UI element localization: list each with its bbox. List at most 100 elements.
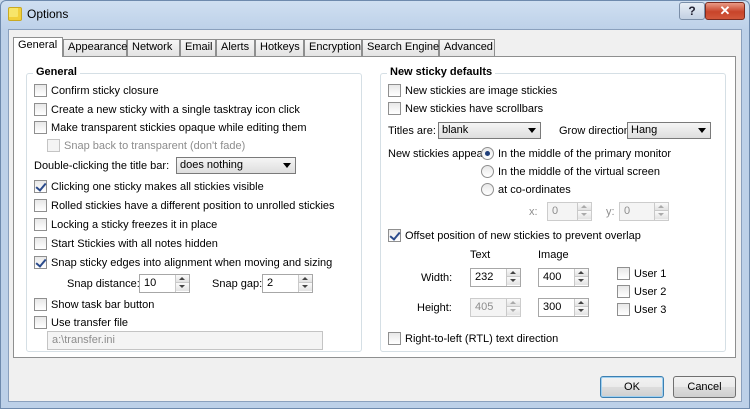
tab-encryption[interactable]: Encryption	[304, 39, 362, 56]
grow-direction-select[interactable]: Hang	[627, 122, 711, 139]
general-group-title: General	[33, 66, 80, 78]
spin-down-icon[interactable]	[578, 211, 591, 219]
show-taskbar-checkbox[interactable]	[34, 298, 47, 311]
scrollbars-checkbox[interactable]	[388, 102, 401, 115]
ok-button[interactable]: OK	[600, 376, 664, 398]
rtl-option[interactable]: Right-to-left (RTL) text direction	[388, 332, 558, 347]
offset-position-checkbox[interactable]	[388, 229, 401, 242]
spin-up-icon[interactable]	[655, 203, 668, 211]
options-window: Options ? ✕ General Appearance Network E…	[0, 0, 750, 409]
spin-down-icon[interactable]	[507, 307, 520, 315]
locking-freezes-checkbox[interactable]	[34, 218, 47, 231]
single-click-option[interactable]: Create a new sticky with a single tasktr…	[34, 103, 300, 118]
new-sticky-defaults-group: New sticky defaults New stickies are ima…	[380, 66, 726, 352]
clicking-one-visible-option[interactable]: Clicking one sticky makes all stickies v…	[34, 180, 264, 195]
rtl-checkbox[interactable]	[388, 332, 401, 345]
show-taskbar-option[interactable]: Show task bar button	[34, 298, 154, 313]
tab-email[interactable]: Email	[180, 39, 216, 56]
user2-option[interactable]: User 2	[617, 285, 666, 300]
spin-up-icon[interactable]	[507, 269, 520, 277]
rolled-position-checkbox[interactable]	[34, 199, 47, 212]
user2-checkbox[interactable]	[617, 285, 630, 298]
spin-up-icon[interactable]	[575, 269, 588, 277]
width-text-spinner[interactable]: 232	[470, 268, 521, 287]
double-click-select[interactable]: does nothing	[176, 157, 296, 174]
appear-primary-option[interactable]: In the middle of the primary monitor	[481, 147, 671, 162]
spin-down-icon[interactable]	[176, 283, 189, 291]
appear-primary-radio[interactable]	[481, 147, 494, 160]
titles-select[interactable]: blank	[438, 122, 541, 139]
x-coordinate-spinner[interactable]: 0	[547, 202, 592, 221]
height-text-spinner[interactable]: 405	[470, 298, 521, 317]
start-hidden-checkbox[interactable]	[34, 237, 47, 250]
image-stickies-checkbox[interactable]	[388, 84, 401, 97]
snap-back-option[interactable]: Snap back to transparent (don't fade)	[47, 139, 245, 154]
spin-down-icon[interactable]	[575, 277, 588, 285]
appear-coords-option[interactable]: at co-ordinates	[481, 183, 571, 198]
snap-edges-option[interactable]: Snap sticky edges into alignment when mo…	[34, 256, 332, 271]
transfer-file-input[interactable]: a:\transfer.ini	[47, 331, 323, 350]
appear-virtual-option[interactable]: In the middle of the virtual screen	[481, 165, 660, 180]
appear-label: New stickies appear:	[388, 148, 490, 160]
chevron-down-icon	[283, 163, 291, 168]
snap-distance-spinner[interactable]: 10	[139, 274, 190, 293]
image-stickies-option[interactable]: New stickies are image stickies	[388, 84, 557, 99]
use-transfer-file-checkbox[interactable]	[34, 316, 47, 329]
spin-down-icon[interactable]	[299, 283, 312, 291]
user1-option[interactable]: User 1	[617, 267, 666, 282]
y-coordinate-spinner[interactable]: 0	[619, 202, 669, 221]
tab-general[interactable]: General	[13, 37, 63, 57]
offset-position-option[interactable]: Offset position of new stickies to preve…	[388, 229, 641, 244]
single-click-checkbox[interactable]	[34, 103, 47, 116]
appear-coords-radio[interactable]	[481, 183, 494, 196]
appear-virtual-radio[interactable]	[481, 165, 494, 178]
spin-up-icon[interactable]	[299, 275, 312, 283]
make-opaque-checkbox[interactable]	[34, 121, 47, 134]
general-tab-panel: General Confirm sticky closure Create a …	[13, 56, 736, 358]
make-opaque-option[interactable]: Make transparent stickies opaque while e…	[34, 121, 307, 136]
close-button[interactable]: ✕	[705, 2, 745, 20]
user3-option[interactable]: User 3	[617, 303, 666, 318]
locking-freezes-option[interactable]: Locking a sticky freezes it in place	[34, 218, 217, 233]
snap-distance-label: Snap distance:	[67, 278, 140, 290]
user3-checkbox[interactable]	[617, 303, 630, 316]
chevron-down-icon	[528, 128, 536, 133]
title-bar[interactable]: Options ? ✕	[1, 1, 749, 27]
sticky-note-icon	[8, 7, 22, 21]
spin-up-icon[interactable]	[507, 299, 520, 307]
spin-up-icon[interactable]	[176, 275, 189, 283]
y-label: y:	[606, 206, 615, 218]
start-hidden-option[interactable]: Start Stickies with all notes hidden	[34, 237, 218, 252]
use-transfer-file-option[interactable]: Use transfer file	[34, 316, 128, 331]
height-image-spinner[interactable]: 300	[538, 298, 589, 317]
rolled-position-option[interactable]: Rolled stickies have a different positio…	[34, 199, 335, 214]
cancel-button[interactable]: Cancel	[673, 376, 736, 398]
tab-advanced[interactable]: Advanced	[439, 39, 495, 56]
tab-alerts[interactable]: Alerts	[216, 39, 255, 56]
spin-up-icon[interactable]	[578, 203, 591, 211]
spin-down-icon[interactable]	[507, 277, 520, 285]
general-group: General Confirm sticky closure Create a …	[26, 66, 362, 352]
tab-search-engines[interactable]: Search Engines	[362, 39, 445, 56]
tab-hotkeys[interactable]: Hotkeys	[255, 39, 304, 56]
snap-back-checkbox[interactable]	[47, 139, 60, 152]
snap-edges-checkbox[interactable]	[34, 256, 47, 269]
grow-direction-label: Grow direction:	[559, 125, 633, 137]
spin-down-icon[interactable]	[575, 307, 588, 315]
confirm-sticky-closure-option[interactable]: Confirm sticky closure	[34, 84, 159, 99]
snap-gap-spinner[interactable]: 2	[262, 274, 313, 293]
spin-up-icon[interactable]	[575, 299, 588, 307]
width-image-spinner[interactable]: 400	[538, 268, 589, 287]
text-column-header: Text	[470, 249, 491, 261]
close-icon: ✕	[719, 3, 731, 18]
clicking-one-visible-checkbox[interactable]	[34, 180, 47, 193]
user1-checkbox[interactable]	[617, 267, 630, 280]
snap-gap-label: Snap gap:	[212, 278, 263, 290]
confirm-sticky-closure-checkbox[interactable]	[34, 84, 47, 97]
window-title: Options	[27, 7, 69, 21]
tab-network[interactable]: Network	[127, 39, 180, 56]
spin-down-icon[interactable]	[655, 211, 668, 219]
scrollbars-option[interactable]: New stickies have scrollbars	[388, 102, 543, 117]
help-button[interactable]: ?	[679, 2, 705, 20]
tab-appearance[interactable]: Appearance	[63, 39, 127, 56]
